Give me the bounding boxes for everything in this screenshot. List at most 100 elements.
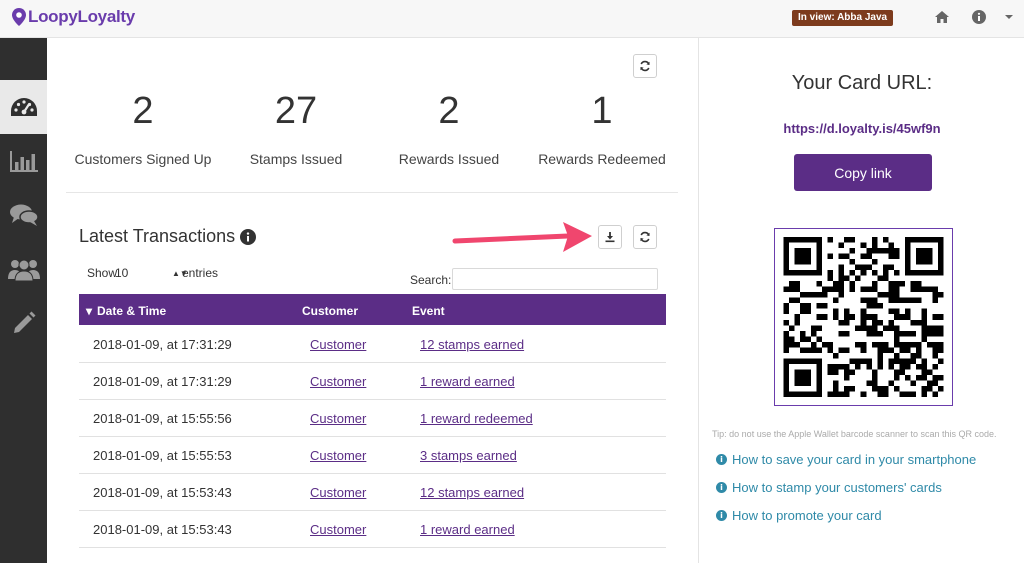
qr-module bbox=[805, 248, 812, 254]
event-link[interactable]: 3 stamps earned bbox=[420, 448, 517, 463]
qr-module bbox=[932, 391, 938, 397]
qr-module bbox=[937, 341, 944, 348]
qr-module bbox=[888, 292, 894, 298]
qr-module bbox=[827, 369, 834, 375]
qr-module bbox=[805, 347, 812, 353]
qr-module bbox=[893, 385, 900, 392]
qr-module bbox=[904, 374, 911, 381]
event-link[interactable]: 12 stamps earned bbox=[420, 337, 524, 352]
card-url-link[interactable]: https://d.loyalty.is/45wf9n bbox=[699, 121, 1024, 136]
customer-link[interactable]: Customer bbox=[310, 337, 366, 352]
qr-module bbox=[932, 341, 938, 348]
info-icon[interactable] bbox=[240, 228, 257, 245]
qr-module bbox=[800, 358, 806, 364]
qr-module bbox=[932, 374, 938, 381]
qr-module bbox=[811, 270, 817, 276]
qr-module bbox=[849, 385, 856, 392]
download-button[interactable] bbox=[598, 225, 622, 249]
qr-module bbox=[882, 292, 889, 298]
stat-label: Rewards Redeemed bbox=[538, 151, 666, 167]
customer-link[interactable]: Customer bbox=[310, 522, 366, 537]
page-size-select[interactable]: 10 bbox=[115, 266, 128, 280]
top-bar: LoopyLoyalty In view: Abba Java bbox=[0, 0, 1024, 38]
help-link-stamp-cards[interactable]: i How to stamp your customers' cards bbox=[716, 480, 942, 495]
view-badge: In view: Abba Java bbox=[792, 10, 894, 26]
qr-module bbox=[833, 314, 839, 320]
search-input[interactable] bbox=[452, 268, 658, 290]
qr-module bbox=[888, 363, 894, 370]
qr-module bbox=[937, 358, 944, 364]
event-link[interactable]: 1 reward redeemed bbox=[420, 411, 533, 426]
column-date-time[interactable]: Date & Time bbox=[97, 304, 166, 318]
sidebar-item-analytics[interactable] bbox=[0, 134, 47, 188]
qr-module bbox=[893, 248, 900, 254]
qr-module bbox=[805, 374, 812, 381]
users-icon bbox=[7, 259, 40, 281]
qr-module bbox=[849, 314, 856, 320]
qr-module bbox=[816, 347, 823, 353]
cell-date: 2018-01-09, at 15:55:56 bbox=[93, 411, 232, 426]
qr-module bbox=[921, 330, 927, 337]
sidebar-item-dashboard[interactable] bbox=[0, 80, 47, 134]
customer-link[interactable]: Customer bbox=[310, 374, 366, 389]
qr-module bbox=[860, 325, 867, 331]
qr-module bbox=[833, 363, 839, 370]
help-link-promote-card[interactable]: i How to promote your card bbox=[716, 508, 882, 523]
qr-module bbox=[789, 281, 795, 287]
qr-module bbox=[783, 259, 790, 265]
column-event[interactable]: Event bbox=[412, 304, 445, 318]
caret-down-icon[interactable] bbox=[1003, 9, 1021, 27]
qr-module bbox=[866, 248, 872, 254]
qr-module bbox=[921, 253, 927, 260]
qr-module bbox=[915, 319, 922, 326]
qr-module bbox=[833, 286, 839, 293]
qr-module bbox=[877, 363, 883, 370]
qr-module bbox=[921, 248, 927, 254]
column-customer[interactable]: Customer bbox=[302, 304, 358, 318]
qr-module bbox=[844, 347, 850, 353]
customer-link[interactable]: Customer bbox=[310, 411, 366, 426]
table-row: 2018-01-09, at 15:53:43 Customer 12 stam… bbox=[79, 474, 666, 511]
qr-module bbox=[794, 237, 801, 243]
sidebar-item-edit[interactable] bbox=[0, 296, 47, 350]
home-icon[interactable] bbox=[934, 9, 952, 27]
qr-module bbox=[910, 319, 916, 326]
stat-rewards-redeemed: 1 Rewards Redeemed bbox=[527, 91, 677, 167]
transactions-refresh-button[interactable] bbox=[633, 225, 657, 249]
sidebar-item-customers[interactable] bbox=[0, 242, 47, 296]
qr-module bbox=[888, 297, 894, 304]
help-link-save-card[interactable]: i How to save your card in your smartpho… bbox=[716, 452, 976, 467]
qr-module bbox=[899, 363, 905, 370]
stats-refresh-button[interactable] bbox=[633, 54, 657, 78]
sidebar-item-messages[interactable] bbox=[0, 188, 47, 242]
qr-module bbox=[811, 341, 817, 348]
copy-link-button[interactable]: Copy link bbox=[794, 154, 932, 191]
qr-module bbox=[888, 325, 894, 331]
qr-module bbox=[910, 352, 916, 359]
qr-module bbox=[877, 385, 883, 392]
logo[interactable]: LoopyLoyalty bbox=[12, 7, 135, 27]
qr-module bbox=[855, 363, 861, 370]
qr-module bbox=[915, 286, 922, 293]
qr-module bbox=[882, 385, 889, 392]
qr-module bbox=[816, 270, 823, 276]
event-link[interactable]: 1 reward earned bbox=[420, 522, 515, 537]
customer-link[interactable]: Customer bbox=[310, 448, 366, 463]
qr-module bbox=[877, 275, 883, 282]
qr-module bbox=[860, 308, 867, 315]
info-icon[interactable] bbox=[971, 9, 989, 27]
qr-module bbox=[871, 385, 878, 392]
customer-link[interactable]: Customer bbox=[310, 485, 366, 500]
qr-module bbox=[866, 264, 872, 271]
qr-module bbox=[789, 391, 795, 397]
qr-module bbox=[816, 325, 823, 331]
table-row: 2018-01-09, at 15:53:43 Customer 1 rewar… bbox=[79, 511, 666, 548]
event-link[interactable]: 12 stamps earned bbox=[420, 485, 524, 500]
qr-module bbox=[888, 264, 894, 271]
qr-module bbox=[932, 286, 938, 293]
qr-module bbox=[783, 374, 790, 381]
qr-module bbox=[921, 325, 927, 331]
qr-module bbox=[789, 237, 795, 243]
qr-module bbox=[805, 380, 812, 386]
event-link[interactable]: 1 reward earned bbox=[420, 374, 515, 389]
